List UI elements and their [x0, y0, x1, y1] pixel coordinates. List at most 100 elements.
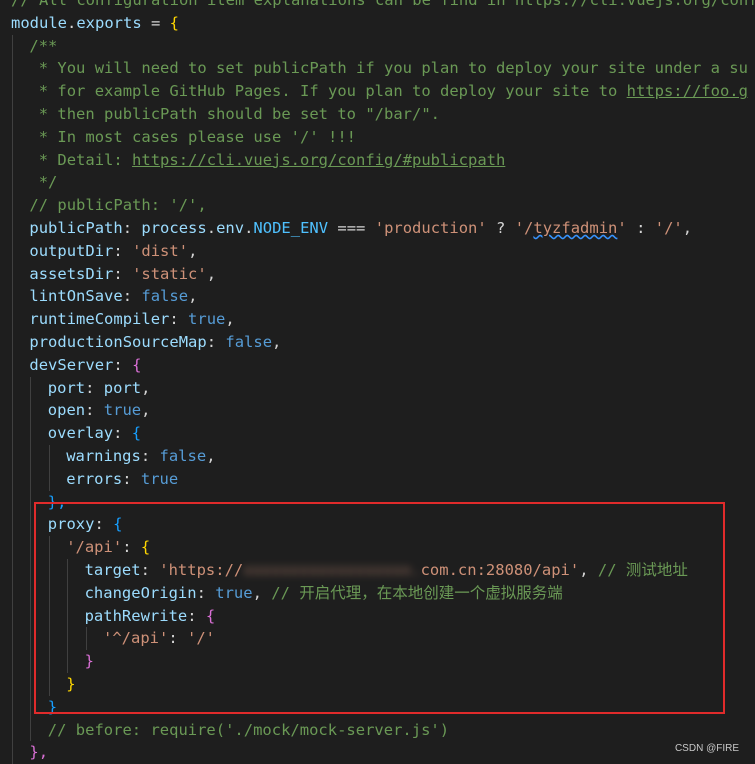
code-token: module	[11, 13, 67, 32]
indent-guide	[67, 581, 69, 605]
code-token: :	[196, 583, 216, 602]
indent-guide	[12, 330, 13, 354]
code-token: '/'	[187, 629, 215, 648]
code-token: process	[141, 218, 207, 237]
code-token: ===	[328, 218, 375, 237]
code-token: outputDir	[29, 241, 114, 260]
code-token: '^/api'	[103, 629, 169, 648]
code-line-content: open: true,	[48, 399, 151, 422]
code-token: proxy	[47, 515, 95, 534]
code-line: },	[0, 490, 755, 514]
code-line-content: module.exports = {	[11, 12, 179, 35]
indent-guide	[48, 627, 50, 651]
indent-guide	[30, 672, 32, 696]
indent-guide	[67, 627, 69, 651]
indent-guide	[12, 57, 13, 81]
code-token: :	[626, 218, 655, 237]
code-line-content: }	[85, 650, 94, 673]
code-line-content: * then publicPath should be set to "/bar…	[29, 103, 440, 126]
code-token: }	[47, 697, 58, 716]
indent-guide	[30, 627, 32, 651]
code-line-content: * You will need to set publicPath if you…	[29, 57, 748, 80]
code-token: ,	[141, 378, 151, 397]
code-line: module.exports = {	[0, 12, 755, 35]
code-token: errors	[66, 469, 123, 488]
code-token: open	[47, 401, 86, 420]
code-line-content: publicPath: process.env.NODE_ENV === 'pr…	[29, 217, 692, 240]
indent-guide	[12, 467, 13, 491]
code-token: :	[169, 310, 189, 329]
code-line: // All configuration item explanations c…	[0, 0, 755, 12]
indent-guide	[48, 604, 50, 628]
indent-guide	[12, 285, 13, 309]
code-token: },	[29, 743, 49, 762]
code-token: // 开启代理，在本地创建一个虚拟服务端	[271, 583, 563, 602]
code-token: {	[140, 538, 151, 557]
code-line: productionSourceMap: false,	[0, 330, 755, 354]
code-line-content: errors: true	[66, 468, 178, 491]
indent-guide	[12, 422, 13, 445]
indent-guide	[48, 444, 50, 468]
indent-guide	[48, 672, 50, 696]
indent-guide	[12, 353, 13, 377]
indent-guide	[12, 581, 13, 605]
code-token: :	[113, 355, 133, 374]
code-token: xxxxxxxxxxxxxxxxxx.	[243, 560, 421, 579]
code-token: ,	[206, 446, 216, 465]
code-line: port: port,	[0, 376, 755, 400]
code-line: changeOrigin: true, // 开启代理，在本地创建一个虚拟服务端	[0, 581, 755, 605]
code-line: '/api': {	[0, 536, 755, 559]
code-token: * You will need to set publicPath if you…	[29, 59, 748, 78]
code-editor[interactable]: // All configuration item explanations c…	[0, 0, 755, 764]
code-token: */	[29, 173, 58, 192]
indent-guide	[30, 581, 32, 605]
code-token: env	[216, 218, 245, 237]
code-line: lintOnSave: false,	[0, 285, 755, 309]
code-token: port	[47, 378, 86, 397]
code-token: /**	[29, 36, 58, 55]
code-line-content: runtimeCompiler: true,	[29, 308, 234, 331]
indent-guide	[12, 171, 13, 195]
indent-guide	[30, 604, 32, 628]
indent-guide	[30, 718, 32, 742]
indent-guide	[12, 444, 13, 468]
code-line: * Detail: https://cli.vuejs.org/config/#…	[0, 148, 755, 172]
indent-guide	[85, 627, 87, 651]
code-line-content: }	[66, 673, 75, 696]
code-line: assetsDir: 'static',	[0, 262, 755, 286]
code-line-content: pathRewrite: {	[85, 605, 216, 628]
code-token: false	[159, 446, 207, 465]
indent-guide	[12, 650, 13, 673]
code-token: * for example GitHub Pages. If you plan …	[29, 82, 627, 101]
code-token: * then publicPath should be set to "/bar…	[29, 104, 440, 123]
code-token: runtimeCompiler	[29, 310, 170, 329]
indent-guide	[12, 490, 13, 514]
code-token: :	[94, 515, 114, 534]
code-line-content: lintOnSave: false,	[29, 285, 197, 308]
code-line: */	[0, 171, 755, 195]
code-line-content: outputDir: 'dist',	[29, 240, 197, 263]
code-token: '/'	[654, 218, 683, 237]
code-token: 'dist'	[132, 241, 189, 260]
code-token: // publicPath: '/',	[29, 196, 207, 215]
code-token: :	[168, 629, 187, 648]
indent-guide	[12, 604, 13, 628]
code-token: :	[122, 287, 142, 306]
indent-guide	[12, 194, 13, 217]
code-token: }	[66, 674, 76, 693]
code-token: ,	[206, 264, 217, 283]
code-token: ,	[188, 287, 198, 306]
code-line: }	[0, 672, 755, 696]
code-line: errors: true	[0, 467, 755, 491]
code-token: true	[140, 469, 179, 488]
code-line: outputDir: 'dist',	[0, 239, 755, 263]
code-token: :	[122, 218, 142, 237]
indent-guide	[12, 308, 13, 331]
indent-guide	[12, 513, 13, 537]
indent-guide	[30, 422, 32, 445]
code-line: * In most cases please use '/' !!!	[0, 125, 755, 149]
code-line-content: },	[48, 491, 67, 514]
indent-guide	[30, 650, 32, 673]
indent-guide	[12, 718, 13, 742]
code-line-content: /**	[29, 35, 57, 58]
